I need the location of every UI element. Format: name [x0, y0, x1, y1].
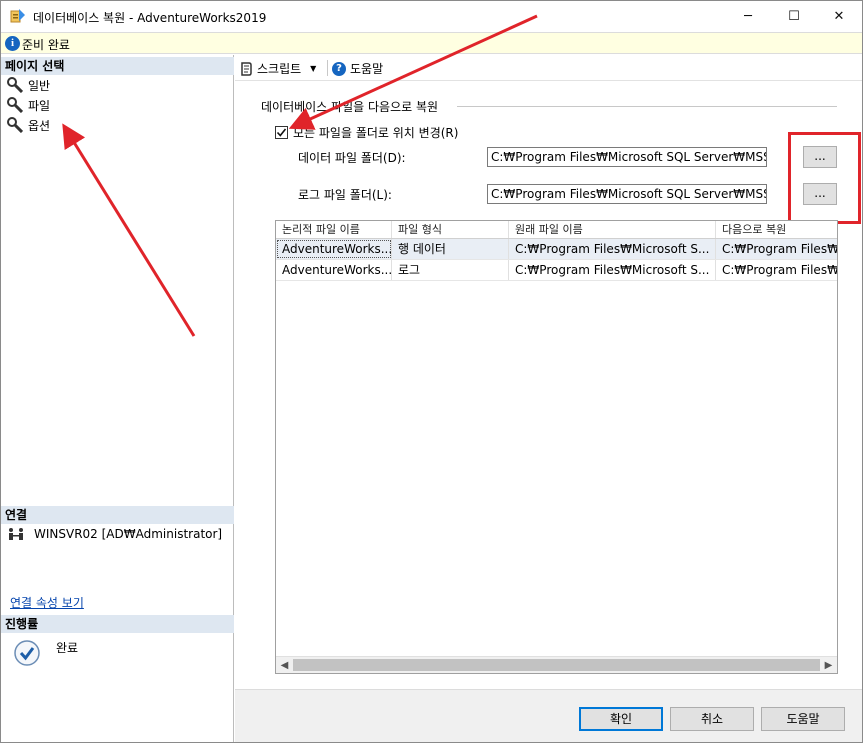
table-cell: AdventureWorks... — [276, 260, 392, 280]
help-toolbar-button[interactable]: ? 도움말 — [332, 60, 383, 77]
help-icon: ? — [332, 61, 346, 76]
log-folder-input[interactable]: C:₩Program Files₩Microsoft SQL Server₩MS… — [487, 184, 767, 204]
table-cell: 행 데이터 — [392, 239, 509, 259]
grid-header: 논리적 파일 이름 파일 형식 원래 파일 이름 다음으로 복원 — [276, 221, 837, 239]
close-icon: ✕ — [833, 9, 845, 24]
maximize-icon: ☐ — [788, 9, 800, 24]
connection-header: 연결 — [1, 506, 234, 524]
horizontal-scrollbar[interactable]: ◀ ▶ — [276, 656, 837, 673]
view-connection-properties-link[interactable]: 연결 속성 보기 — [10, 594, 84, 611]
help-button[interactable]: 도움말 — [761, 707, 845, 731]
right-pane: 스크립트 ▼ ? 도움말 데이터베이스 파일을 다음으로 복원 모든 파일을 폴… — [235, 55, 862, 689]
script-label: 스크립트 — [257, 62, 302, 76]
info-icon: i — [5, 36, 20, 51]
checkmark-icon — [276, 128, 287, 137]
file-grid[interactable]: 논리적 파일 이름 파일 형식 원래 파일 이름 다음으로 복원 Adventu… — [275, 220, 838, 674]
page-item-label: 일반 — [28, 78, 51, 93]
scrollbar-thumb[interactable] — [293, 659, 820, 671]
database-restore-icon — [10, 9, 25, 23]
toolbar-separator — [327, 60, 328, 76]
column-header[interactable]: 원래 파일 이름 — [509, 221, 716, 238]
table-row[interactable]: AdventureWorks... 행 데이터 C:₩Program Files… — [276, 239, 837, 260]
maximize-button[interactable]: ☐ — [771, 1, 817, 32]
column-header[interactable]: 파일 형식 — [392, 221, 509, 238]
table-row[interactable]: AdventureWorks... 로그 C:₩Program Files₩Mi… — [276, 260, 837, 281]
wrench-icon — [7, 117, 23, 133]
minimize-icon: ─ — [744, 9, 752, 24]
minimize-button[interactable]: ─ — [725, 1, 771, 32]
dialog-button-bar: 확인 취소 도움말 — [235, 689, 862, 742]
page-select-header: 페이지 선택 — [1, 57, 234, 75]
connection-info: WINSVR02 [AD₩Administrator] — [7, 527, 222, 541]
script-button[interactable]: 스크립트 ▼ — [239, 60, 316, 77]
page-item-files[interactable]: 파일 — [7, 95, 50, 115]
page-item-label: 옵션 — [28, 118, 51, 133]
chevron-down-icon: ▼ — [310, 64, 317, 73]
data-folder-label: 데이터 파일 폴더(D): — [298, 151, 406, 165]
group-divider — [457, 106, 837, 107]
annotation-highlight-box — [788, 132, 861, 224]
scroll-right-icon[interactable]: ▶ — [821, 658, 836, 673]
toolbar: 스크립트 ▼ ? 도움말 — [235, 55, 862, 81]
column-header[interactable]: 논리적 파일 이름 — [276, 221, 392, 238]
table-cell: AdventureWorks... — [276, 239, 392, 259]
close-button[interactable]: ✕ — [816, 1, 862, 32]
table-cell: C:₩Program Files₩ — [716, 260, 837, 280]
ok-button[interactable]: 확인 — [579, 707, 663, 731]
checkbox-box[interactable] — [275, 126, 288, 139]
restore-database-window: 데이터베이스 복원 - AdventureWorks2019 ─ ☐ ✕ i 준… — [0, 0, 863, 743]
script-icon — [241, 61, 252, 76]
wrench-icon — [7, 77, 23, 93]
progress-status: 완료 — [56, 641, 79, 655]
cancel-button[interactable]: 취소 — [670, 707, 754, 731]
page-item-label: 파일 — [28, 98, 51, 113]
help-label: 도움말 — [350, 62, 384, 76]
relocate-label: 모든 파일을 폴더로 위치 변경(R) — [293, 126, 459, 140]
status-text: 준비 완료 — [22, 38, 70, 52]
column-header[interactable]: 다음으로 복원 — [716, 221, 837, 238]
wrench-icon — [7, 97, 23, 113]
table-cell: C:₩Program Files₩Microsoft S... — [509, 239, 716, 259]
page-item-general[interactable]: 일반 — [7, 75, 50, 95]
scroll-left-icon[interactable]: ◀ — [277, 658, 292, 673]
title-bar: 데이터베이스 복원 - AdventureWorks2019 ─ ☐ ✕ — [1, 1, 862, 32]
connection-icon — [9, 528, 23, 540]
left-pane: 페이지 선택 일반 파일 옵션 연결 WINSVR02 [AD₩Administ… — [1, 55, 234, 742]
status-bar: i 준비 완료 — [1, 32, 862, 54]
restore-group-label: 데이터베이스 파일을 다음으로 복원 — [261, 100, 439, 114]
connection-text: WINSVR02 [AD₩Administrator] — [34, 527, 223, 541]
table-cell: C:₩Program Files₩ — [716, 239, 837, 259]
progress-header: 진행률 — [1, 615, 234, 633]
log-folder-label: 로그 파일 폴더(L): — [298, 188, 392, 202]
checkmark-circle-icon — [14, 640, 40, 666]
page-item-options[interactable]: 옵션 — [7, 115, 50, 135]
data-folder-input[interactable]: C:₩Program Files₩Microsoft SQL Server₩MS… — [487, 147, 767, 167]
table-cell: 로그 — [392, 260, 509, 280]
window-title: 데이터베이스 복원 - AdventureWorks2019 — [33, 11, 267, 25]
table-cell: C:₩Program Files₩Microsoft S... — [509, 260, 716, 280]
relocate-all-files-checkbox[interactable]: 모든 파일을 폴더로 위치 변경(R) — [275, 124, 458, 141]
